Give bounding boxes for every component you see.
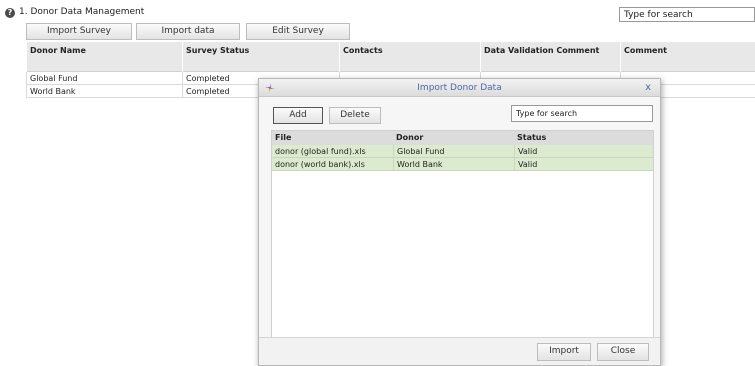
column-header-donor[interactable]: Donor — [393, 131, 514, 145]
donor-grid-header: Donor Name Survey Status Contacts Data V… — [26, 42, 755, 72]
close-icon[interactable]: x — [645, 82, 651, 93]
dialog-title: Import Donor Data — [417, 83, 502, 93]
dialog-titlebar[interactable]: Import Donor Data x — [259, 79, 660, 97]
close-button[interactable]: Close — [597, 343, 649, 361]
import-donor-data-dialog: Import Donor Data x Add Delete File Dono… — [258, 78, 661, 366]
import-file-grid-header: File Donor Status — [272, 131, 653, 145]
search-input[interactable] — [619, 7, 755, 22]
import-data-button[interactable]: Import data — [136, 23, 240, 40]
delete-button[interactable]: Delete — [329, 107, 381, 124]
status-cell: Valid — [514, 158, 655, 171]
edit-survey-button[interactable]: Edit Survey — [246, 23, 350, 40]
help-icon[interactable]: ? — [5, 8, 15, 18]
dialog-search-input[interactable] — [511, 105, 653, 122]
file-cell: donor (global fund).xls — [275, 147, 366, 156]
column-header-survey-status[interactable]: Survey Status — [182, 42, 339, 72]
column-header-donor-name[interactable]: Donor Name — [26, 42, 182, 72]
column-header-status[interactable]: Status — [514, 131, 655, 145]
add-button[interactable]: Add — [273, 107, 323, 124]
column-header-data-validation-comment[interactable]: Data Validation Comment — [480, 42, 620, 72]
table-row[interactable]: donor (world bank).xls World Bank Valid — [272, 158, 653, 171]
column-header-file[interactable]: File — [272, 131, 393, 145]
import-file-grid: File Donor Status donor (global fund).xl… — [271, 130, 654, 338]
donor-name-cell: World Bank — [26, 85, 182, 98]
table-row[interactable]: donor (global fund).xls Global Fund Vali… — [272, 145, 653, 158]
file-cell: donor (world bank).xls — [275, 160, 365, 169]
status-cell: Valid — [514, 145, 655, 158]
column-header-contacts[interactable]: Contacts — [339, 42, 480, 72]
donor-cell: Global Fund — [393, 145, 514, 158]
import-button[interactable]: Import — [537, 343, 591, 361]
import-survey-button[interactable]: Import Survey — [26, 23, 132, 40]
column-header-comment[interactable]: Comment — [620, 42, 755, 72]
donor-cell: World Bank — [393, 158, 514, 171]
section-title: 1. Donor Data Management — [19, 7, 145, 17]
donor-name-cell: Global Fund — [26, 72, 182, 85]
